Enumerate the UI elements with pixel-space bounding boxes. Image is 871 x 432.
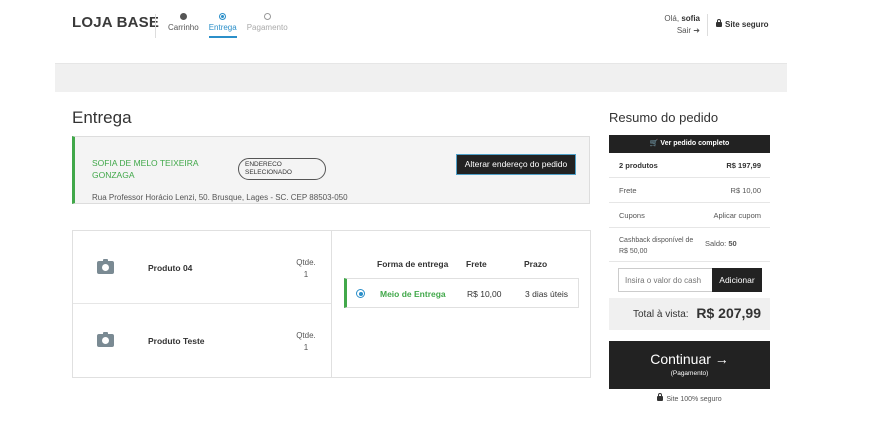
shipping-method-header: Forma de entrega — [377, 259, 449, 269]
header-divider-right — [707, 14, 708, 36]
products-total: R$ 197,99 — [726, 161, 761, 170]
shipping-label: Frete — [619, 186, 637, 195]
cashback-available: Cashback disponível de R$ 50,00 — [619, 237, 694, 255]
add-cashback-button[interactable]: Adicionar — [712, 268, 762, 292]
summary-coupons-row: Cupons Aplicar cupom — [609, 203, 770, 228]
shipping-option-term: 3 dias úteis — [525, 289, 568, 299]
step-cart[interactable]: Carrinho — [168, 13, 199, 38]
shipping-value: R$ 10,00 — [730, 186, 761, 195]
cashback-input-row: Adicionar — [609, 262, 770, 298]
radio-circle-icon — [219, 13, 227, 20]
lock-icon — [657, 393, 664, 401]
shipping-option-price: R$ 10,00 — [467, 289, 502, 299]
summary-title: Resumo do pedido — [609, 110, 719, 125]
store-logo[interactable]: LOJA BASE — [72, 14, 159, 31]
page-title: Entrega — [72, 108, 132, 127]
camera-icon — [97, 259, 114, 274]
summary-shipping-row: Frete R$ 10,00 — [609, 178, 770, 203]
checkout-steps: Carrinho Entrega Pagamento — [168, 13, 298, 38]
lock-icon — [716, 19, 722, 27]
shipping-term-header: Prazo — [524, 259, 548, 269]
recipient-name: SOFIA DE MELO TEIXEIRA GONZAGA — [92, 158, 199, 180]
step-delivery[interactable]: Entrega — [208, 13, 237, 38]
summary-products-row: 2 produtos R$ 197,99 — [609, 153, 770, 178]
product-qty: Qtde. 1 — [291, 330, 321, 354]
balance-value: 50 — [728, 239, 737, 248]
cashback-input[interactable] — [618, 268, 713, 292]
selected-address-card: SOFIA DE MELO TEIXEIRA GONZAGA ENDERECO … — [72, 136, 590, 204]
qty-label: Qtde. — [296, 331, 316, 340]
product-name: Produto Teste — [148, 336, 205, 346]
coupons-label: Cupons — [619, 211, 645, 220]
selected-address-badge: ENDERECO SELECIONADO — [238, 158, 326, 180]
secure-site-label: Site seguro — [716, 19, 769, 29]
shipping-option-name: Meio de Entrega — [380, 289, 446, 299]
secure-footer: Site 100% seguro — [609, 393, 770, 403]
product-row: Produto 04 Qtde. 1 — [73, 231, 331, 304]
empty-circle-icon — [263, 13, 271, 20]
user-name: sofia — [681, 14, 700, 23]
notice-band — [55, 63, 787, 92]
continue-sub-label: (Pagamento) — [670, 370, 709, 377]
change-address-button[interactable]: Alterar endereço do pedido — [456, 154, 576, 175]
greeting-text: Olá, — [664, 14, 680, 23]
product-row: Produto Teste Qtde. 1 — [73, 304, 331, 377]
view-full-order-label: Ver pedido completo — [660, 140, 730, 147]
product-qty: Qtde. 1 — [291, 257, 321, 281]
check-circle-icon — [179, 13, 187, 20]
product-name: Produto 04 — [148, 263, 193, 273]
step-cart-label: Carrinho — [168, 23, 199, 32]
qty-value: 1 — [303, 343, 309, 352]
total-row: Total à vista: R$ 207,99 — [609, 298, 770, 330]
product-list: Produto 04 Qtde. 1 Produto Teste Qtde. 1 — [73, 231, 332, 377]
continue-button[interactable]: Continuar → (Pagamento) — [609, 341, 770, 389]
cashback-balance: Saldo: 50 — [705, 239, 737, 248]
shipping-radio[interactable] — [356, 289, 365, 298]
qty-label: Qtde. — [296, 258, 316, 267]
secure-site-text: Site seguro — [725, 20, 769, 29]
shipping-option[interactable]: Meio de Entrega R$ 10,00 3 dias úteis — [344, 278, 579, 308]
step-delivery-label: Entrega — [208, 23, 237, 32]
secure-footer-text: Site 100% seguro — [666, 396, 722, 403]
step-payment: Pagamento — [247, 13, 288, 38]
qty-value: 1 — [303, 270, 309, 279]
total-value: R$ 207,99 — [696, 305, 761, 321]
continue-label: Continuar → — [650, 351, 729, 367]
logout-link[interactable]: Sair ➜ — [648, 26, 700, 35]
balance-label: Saldo: — [705, 239, 727, 248]
cart-icon: 🛒 — [649, 140, 659, 147]
step-payment-label: Pagamento — [246, 23, 288, 32]
delivery-items-panel: Produto 04 Qtde. 1 Produto Teste Qtde. 1… — [72, 230, 591, 378]
shipping-price-header: Frete — [466, 259, 487, 269]
order-summary: 🛒 Ver pedido completo 2 produtos R$ 197,… — [609, 135, 770, 330]
view-full-order-button[interactable]: 🛒 Ver pedido completo — [609, 135, 770, 153]
address-line: Rua Professor Horácio Lenzi, 50. Brusque… — [92, 193, 348, 202]
apply-coupon-link[interactable]: Aplicar cupom — [713, 211, 761, 220]
user-greeting: Olá, sofia Sair ➜ — [648, 14, 700, 35]
header-divider — [155, 14, 156, 38]
cashback-row: Cashback disponível de R$ 50,00 Saldo: 5… — [609, 228, 770, 262]
products-count: 2 produtos — [619, 161, 658, 170]
camera-icon — [97, 332, 114, 347]
shipping-options: Forma de entrega Frete Prazo Meio de Ent… — [333, 231, 590, 377]
total-label: Total à vista: — [633, 309, 689, 320]
